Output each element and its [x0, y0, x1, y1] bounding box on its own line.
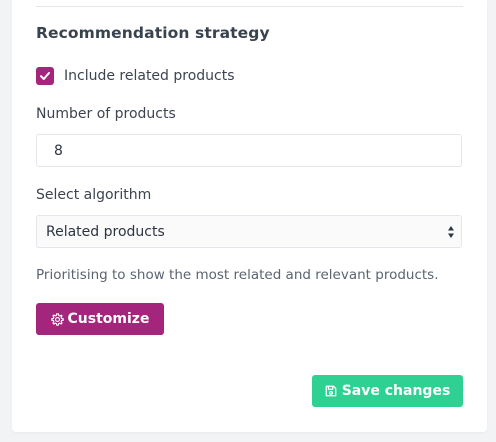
select-arrows-icon	[448, 226, 454, 238]
product-count-value: 8	[54, 143, 63, 159]
algorithm-select[interactable]: Related products	[36, 215, 462, 248]
algorithm-help-text: Prioritising to show the most related an…	[36, 267, 439, 283]
section-title: Recommendation strategy	[36, 24, 270, 42]
customize-button[interactable]: Customize	[36, 303, 164, 335]
algorithm-label: Select algorithm	[36, 187, 152, 203]
settings-panel: Recommendation strategy Include related …	[12, 0, 487, 432]
include-related-label[interactable]: Include related products	[64, 68, 235, 84]
algorithm-selected-value: Related products	[46, 224, 165, 240]
checkmark-icon	[40, 72, 50, 80]
include-related-checkbox[interactable]	[36, 67, 54, 85]
save-changes-label: Save changes	[341, 383, 451, 399]
save-changes-button[interactable]: Save changes	[312, 375, 463, 407]
floppy-disk-icon	[325, 385, 337, 397]
product-count-label: Number of products	[36, 106, 176, 122]
gear-icon	[50, 312, 64, 326]
top-divider	[36, 6, 463, 7]
product-count-input[interactable]: 8	[36, 134, 462, 167]
customize-button-label: Customize	[67, 311, 150, 327]
include-related-checkbox-row[interactable]: Include related products	[36, 67, 235, 85]
